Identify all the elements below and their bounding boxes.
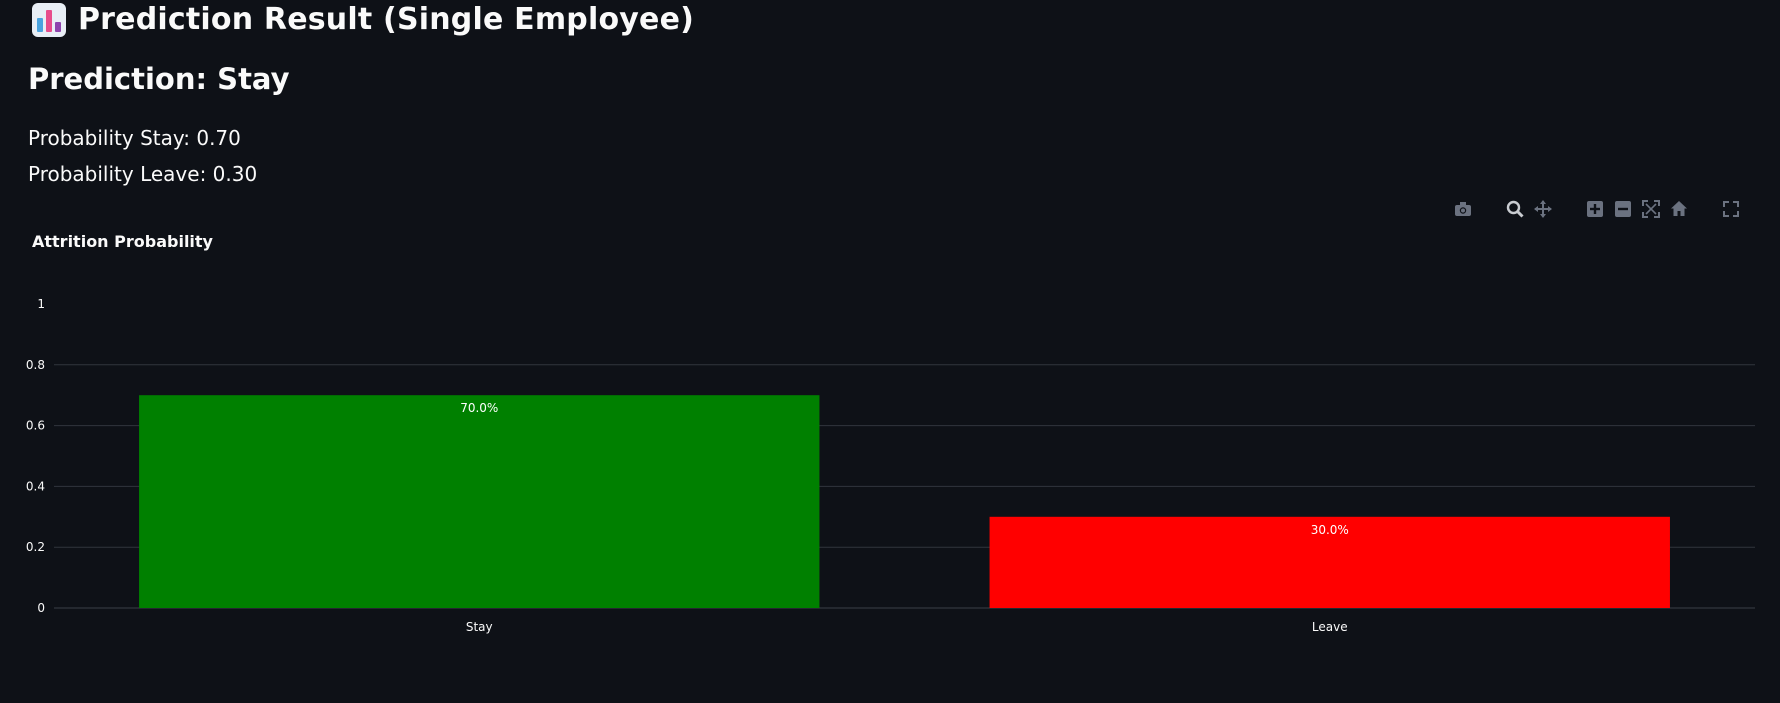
bar-chart: 0 0.2 0.4 0.6 0.8 1 70.0% Stay 30.0% Leave bbox=[26, 297, 1755, 634]
y-tick-label: 0.2 bbox=[26, 540, 45, 554]
x-tick-label: Stay bbox=[466, 620, 493, 634]
bar-stay bbox=[139, 395, 820, 608]
y-tick-label: 0 bbox=[37, 601, 45, 615]
data-label: 70.0% bbox=[460, 401, 498, 415]
y-tick-label: 0.6 bbox=[26, 419, 45, 433]
y-tick-label: 1 bbox=[37, 297, 45, 311]
data-label: 30.0% bbox=[1311, 523, 1349, 537]
x-tick-label: Leave bbox=[1312, 620, 1348, 634]
y-tick-label: 0.8 bbox=[26, 358, 45, 372]
y-tick-label: 0.4 bbox=[26, 479, 45, 493]
page: Prediction Result (Single Employee) Pred… bbox=[0, 0, 1780, 703]
